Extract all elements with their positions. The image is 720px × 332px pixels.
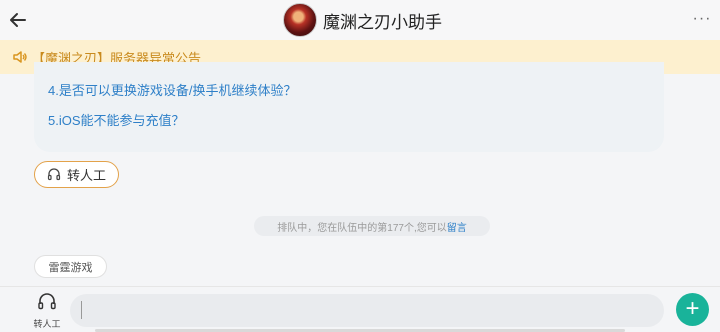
message-input[interactable] bbox=[70, 294, 664, 327]
leave-message-link[interactable]: 留言 bbox=[447, 219, 467, 234]
faq-message-bubble bbox=[34, 62, 664, 152]
text-cursor bbox=[81, 301, 82, 319]
leiting-games-tag[interactable]: 雷霆游戏 bbox=[34, 255, 107, 278]
faq-item-4[interactable]: 4.是否可以更换游戏设备/换手机继续体验？ bbox=[48, 80, 296, 99]
top-bar: 魔渊之刃小助手 ··· bbox=[0, 0, 720, 40]
assistant-avatar bbox=[283, 3, 317, 37]
page-title: 魔渊之刃小助手 bbox=[323, 12, 442, 32]
more-options-icon[interactable]: ··· bbox=[692, 8, 712, 30]
add-plus-button[interactable]: + bbox=[676, 293, 709, 326]
headset-icon bbox=[38, 293, 56, 310]
input-bar: 转人工 + bbox=[0, 286, 720, 332]
transfer-to-human-button[interactable]: 转人工 bbox=[34, 161, 119, 188]
back-arrow-icon[interactable] bbox=[8, 9, 28, 31]
chat-title-group: 魔渊之刃小助手 bbox=[283, 3, 442, 37]
speaker-icon bbox=[13, 51, 27, 63]
footer-transfer-human-label: 转人工 bbox=[33, 319, 61, 329]
footer-transfer-human-button[interactable]: 转人工 bbox=[32, 293, 62, 330]
transfer-to-human-label: 转人工 bbox=[66, 168, 106, 183]
headset-icon bbox=[47, 167, 61, 180]
queue-status-text: 排队中，您在队伍中的第177个,您可以 bbox=[277, 222, 447, 234]
queue-status-message: 排队中，您在队伍中的第177个,您可以 留言 bbox=[254, 216, 490, 236]
faq-item-5[interactable]: 5.iOS能不能参与充值？ bbox=[48, 110, 185, 129]
